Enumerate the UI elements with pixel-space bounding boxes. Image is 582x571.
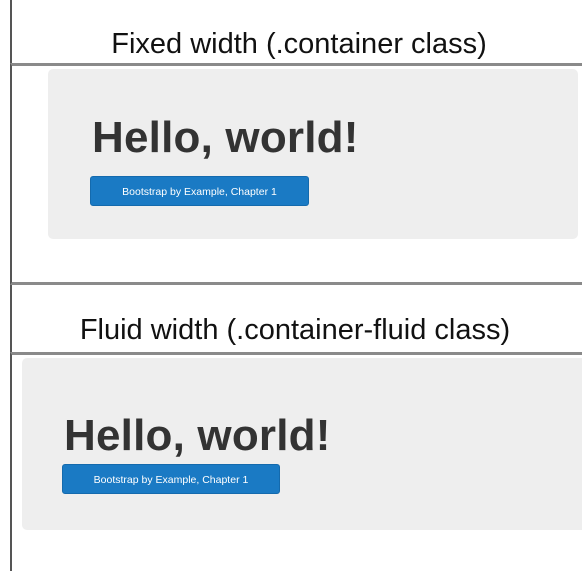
- fixed-primary-button[interactable]: Bootstrap by Example, Chapter 1: [90, 176, 309, 206]
- fluid-jumbotron: Hello, world! Bootstrap by Example, Chap…: [22, 358, 582, 530]
- fixed-jumbotron: Hello, world! Bootstrap by Example, Chap…: [48, 69, 578, 239]
- fluid-width-caption: Fluid width (.container-fluid class): [79, 314, 511, 346]
- fluid-width-panel: Hello, world! Bootstrap by Example, Chap…: [10, 352, 582, 571]
- fixed-width-panel: Hello, world! Bootstrap by Example, Chap…: [10, 63, 582, 285]
- fluid-primary-button[interactable]: Bootstrap by Example, Chapter 1: [62, 464, 280, 494]
- fixed-jumbotron-heading: Hello, world!: [92, 113, 359, 162]
- fixed-width-caption: Fixed width (.container class): [111, 28, 487, 60]
- screenshot-frame: Fixed width (.container class) Hello, wo…: [0, 0, 582, 571]
- fluid-jumbotron-heading: Hello, world!: [64, 411, 331, 460]
